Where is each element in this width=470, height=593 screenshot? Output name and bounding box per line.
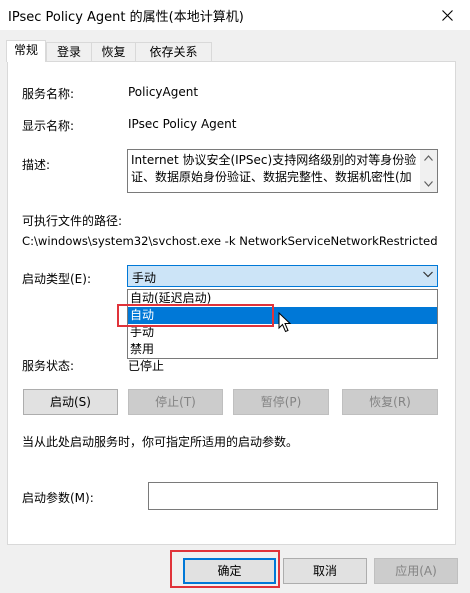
tab-general[interactable]: 常规	[6, 40, 46, 62]
highlight-box-ok	[170, 550, 280, 588]
title-bar: IPsec Policy Agent 的属性(本地计算机)	[0, 0, 470, 30]
apply-button[interactable]: 应用(A)	[374, 558, 458, 584]
description-scrollbar[interactable]	[420, 150, 437, 192]
highlight-box-auto	[117, 304, 274, 327]
description-box[interactable]: Internet 协议安全(IPSec)支持网络级别的对等身份验证、数据原始身份…	[127, 149, 438, 193]
chevron-down-icon	[423, 271, 433, 278]
display-name-value: IPsec Policy Agent	[128, 117, 237, 131]
startup-type-select[interactable]: 手动	[127, 265, 438, 287]
scroll-up-icon[interactable]	[420, 151, 437, 165]
stop-button[interactable]: 停止(T)	[128, 389, 223, 415]
close-button[interactable]	[424, 0, 470, 30]
tab-recovery[interactable]: 恢复	[91, 42, 136, 61]
close-icon	[441, 9, 453, 21]
start-params-hint: 当从此处启动服务时，你可指定所适用的启动参数。	[22, 435, 299, 449]
tab-logon[interactable]: 登录	[46, 42, 92, 61]
exe-path-value: C:\windows\system32\svchost.exe -k Netwo…	[22, 234, 438, 248]
service-status-value: 已停止	[128, 359, 165, 373]
description-label: 描述:	[22, 158, 51, 172]
startup-type-label: 启动类型(E):	[22, 272, 91, 286]
exe-path-label: 可执行文件的路径:	[22, 214, 123, 228]
service-name-label: 服务名称:	[22, 87, 75, 101]
properties-dialog: IPsec Policy Agent 的属性(本地计算机) 常规 登录 恢复 依…	[0, 0, 470, 593]
service-status-label: 服务状态:	[22, 359, 75, 373]
window-title: IPsec Policy Agent 的属性(本地计算机)	[8, 10, 244, 25]
start-params-label: 启动参数(M):	[22, 491, 94, 505]
option-disabled[interactable]: 禁用	[128, 341, 437, 358]
service-name-value: PolicyAgent	[128, 85, 199, 99]
pause-button[interactable]: 暂停(P)	[233, 389, 329, 415]
scroll-down-icon[interactable]	[420, 177, 437, 191]
description-text: Internet 协议安全(IPSec)支持网络级别的对等身份验证、数据原始身份…	[131, 153, 417, 184]
display-name-label: 显示名称:	[22, 119, 75, 133]
start-params-input[interactable]	[148, 482, 438, 510]
tab-dependencies[interactable]: 依存关系	[135, 42, 212, 61]
start-button[interactable]: 启动(S)	[23, 389, 118, 415]
mouse-cursor-icon	[278, 312, 292, 333]
startup-type-value: 手动	[132, 271, 157, 285]
cancel-button[interactable]: 取消	[283, 558, 367, 584]
resume-button[interactable]: 恢复(R)	[342, 389, 438, 415]
